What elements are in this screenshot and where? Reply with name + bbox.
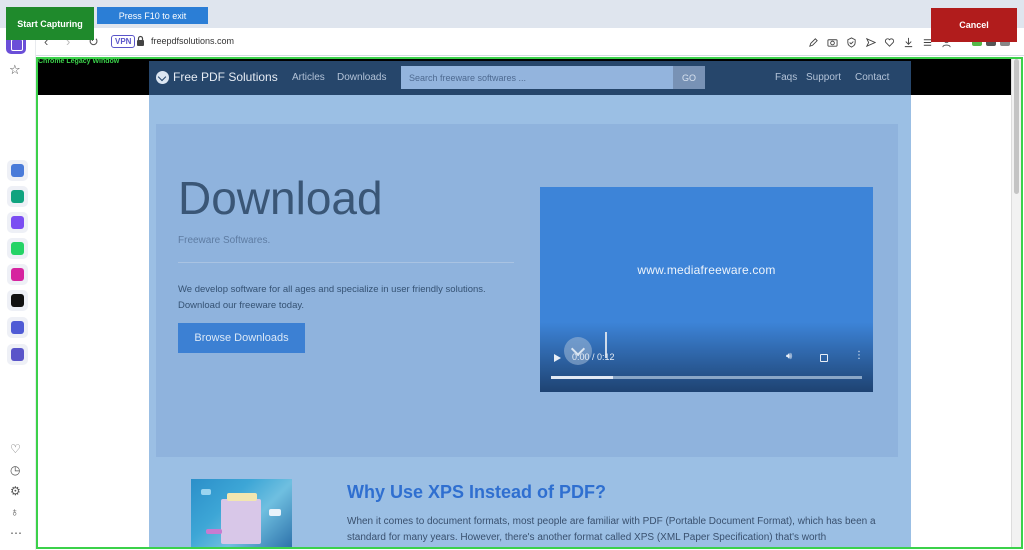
send-icon[interactable] [861,34,880,50]
download-icon[interactable] [899,34,918,50]
heart-outline-icon[interactable]: ♡ [10,442,21,456]
site-search-input[interactable] [401,66,673,89]
player-app-glyph [11,348,24,361]
video-player[interactable]: www.mediafreeware.com 0:00 / 0:12 🔊︎ ⋮ [540,187,873,392]
nav-contact[interactable]: Contact [855,72,889,84]
x-app-glyph [11,294,24,307]
play-icon[interactable] [554,354,561,362]
section-text: When it comes to document formats, most … [347,516,876,543]
exit-hint-button[interactable]: Press F10 to exit [97,7,208,24]
nav-downloads[interactable]: Downloads [337,72,386,84]
site-navbar: Free PDF Solutions Articles Downloads GO… [149,61,911,95]
aria-app-icon[interactable] [7,160,28,181]
lightbulb-icon[interactable]: ♁ [10,505,19,519]
history-icon[interactable]: ◷ [10,463,20,477]
cancel-button[interactable]: Cancel [931,8,1017,42]
page-scrollbar[interactable] [1011,59,1021,547]
search-go-button[interactable]: GO [673,66,705,89]
music-app-icon[interactable] [7,317,28,338]
browser-sidebar: ☆ ♡ ◷ ⚙ ♁ ⋯ [0,28,36,550]
player-app-icon[interactable] [7,344,28,365]
whatsapp-app-glyph [11,242,24,255]
capture-window-label: Chrome Legacy Window [38,58,120,65]
screen: ‹ › ↻ VPN freepdfsolutions.com ☆ ♡ ◷ ⚙ ♁… [0,0,1024,550]
start-capturing-button[interactable]: Start Capturing [6,7,94,40]
hero-title: Download [178,172,383,224]
nav-faqs[interactable]: Faqs [775,72,797,84]
shield-check-icon[interactable] [842,34,861,50]
instagram-app-icon[interactable] [7,264,28,285]
more-icon[interactable]: ⋯ [10,526,22,540]
heart-icon[interactable] [880,34,899,50]
nav-articles[interactable]: Articles [292,72,325,84]
hero-subtitle: Freeware Softwares. [178,235,271,246]
video-progress-bar[interactable] [551,376,862,379]
more-options-icon[interactable]: ⋮ [854,351,864,361]
lock-icon[interactable] [136,35,145,47]
video-watermark: www.mediafreeware.com [637,263,776,277]
edit-icon[interactable] [804,34,823,50]
hero-divider [178,262,514,263]
music-app-glyph [11,321,24,334]
logo-icon[interactable] [156,71,169,84]
hero-section: Download Freeware Softwares. We develop … [156,124,898,457]
x-app-icon[interactable] [7,290,28,311]
video-time: 0:00 / 0:12 [572,352,615,362]
messenger-app-glyph [11,216,24,229]
volume-icon[interactable]: 🔊︎ [786,351,792,362]
video-progress-fill [551,376,614,379]
scrollbar-thumb[interactable] [1014,59,1019,194]
site-page: Download Freeware Softwares. We develop … [149,95,911,547]
nav-support[interactable]: Support [806,72,841,84]
star-icon[interactable]: ☆ [9,62,21,78]
camera-icon[interactable] [823,34,842,50]
aria-app-glyph [11,164,24,177]
section-title[interactable]: Why Use XPS Instead of PDF? [347,481,606,503]
chatgpt-app-icon[interactable] [7,186,28,207]
vpn-badge[interactable]: VPN [111,35,136,48]
address-bar: ‹ › ↻ VPN freepdfsolutions.com [36,28,1024,56]
capture-frame: Chrome Legacy Window Free PDF Solutions … [36,57,1023,549]
hero-text: We develop software for all ages and spe… [178,284,486,311]
fullscreen-icon[interactable] [820,354,828,362]
instagram-app-glyph [11,268,24,281]
messenger-app-icon[interactable] [7,212,28,233]
site-brand[interactable]: Free PDF Solutions [173,70,278,84]
settings-icon[interactable]: ⚙ [10,484,21,498]
chatgpt-app-glyph [11,190,24,203]
url-field[interactable]: freepdfsolutions.com [151,35,234,47]
browse-downloads-button[interactable]: Browse Downloads [178,323,305,353]
whatsapp-app-icon[interactable] [7,238,28,259]
article-thumbnail[interactable] [191,479,292,547]
